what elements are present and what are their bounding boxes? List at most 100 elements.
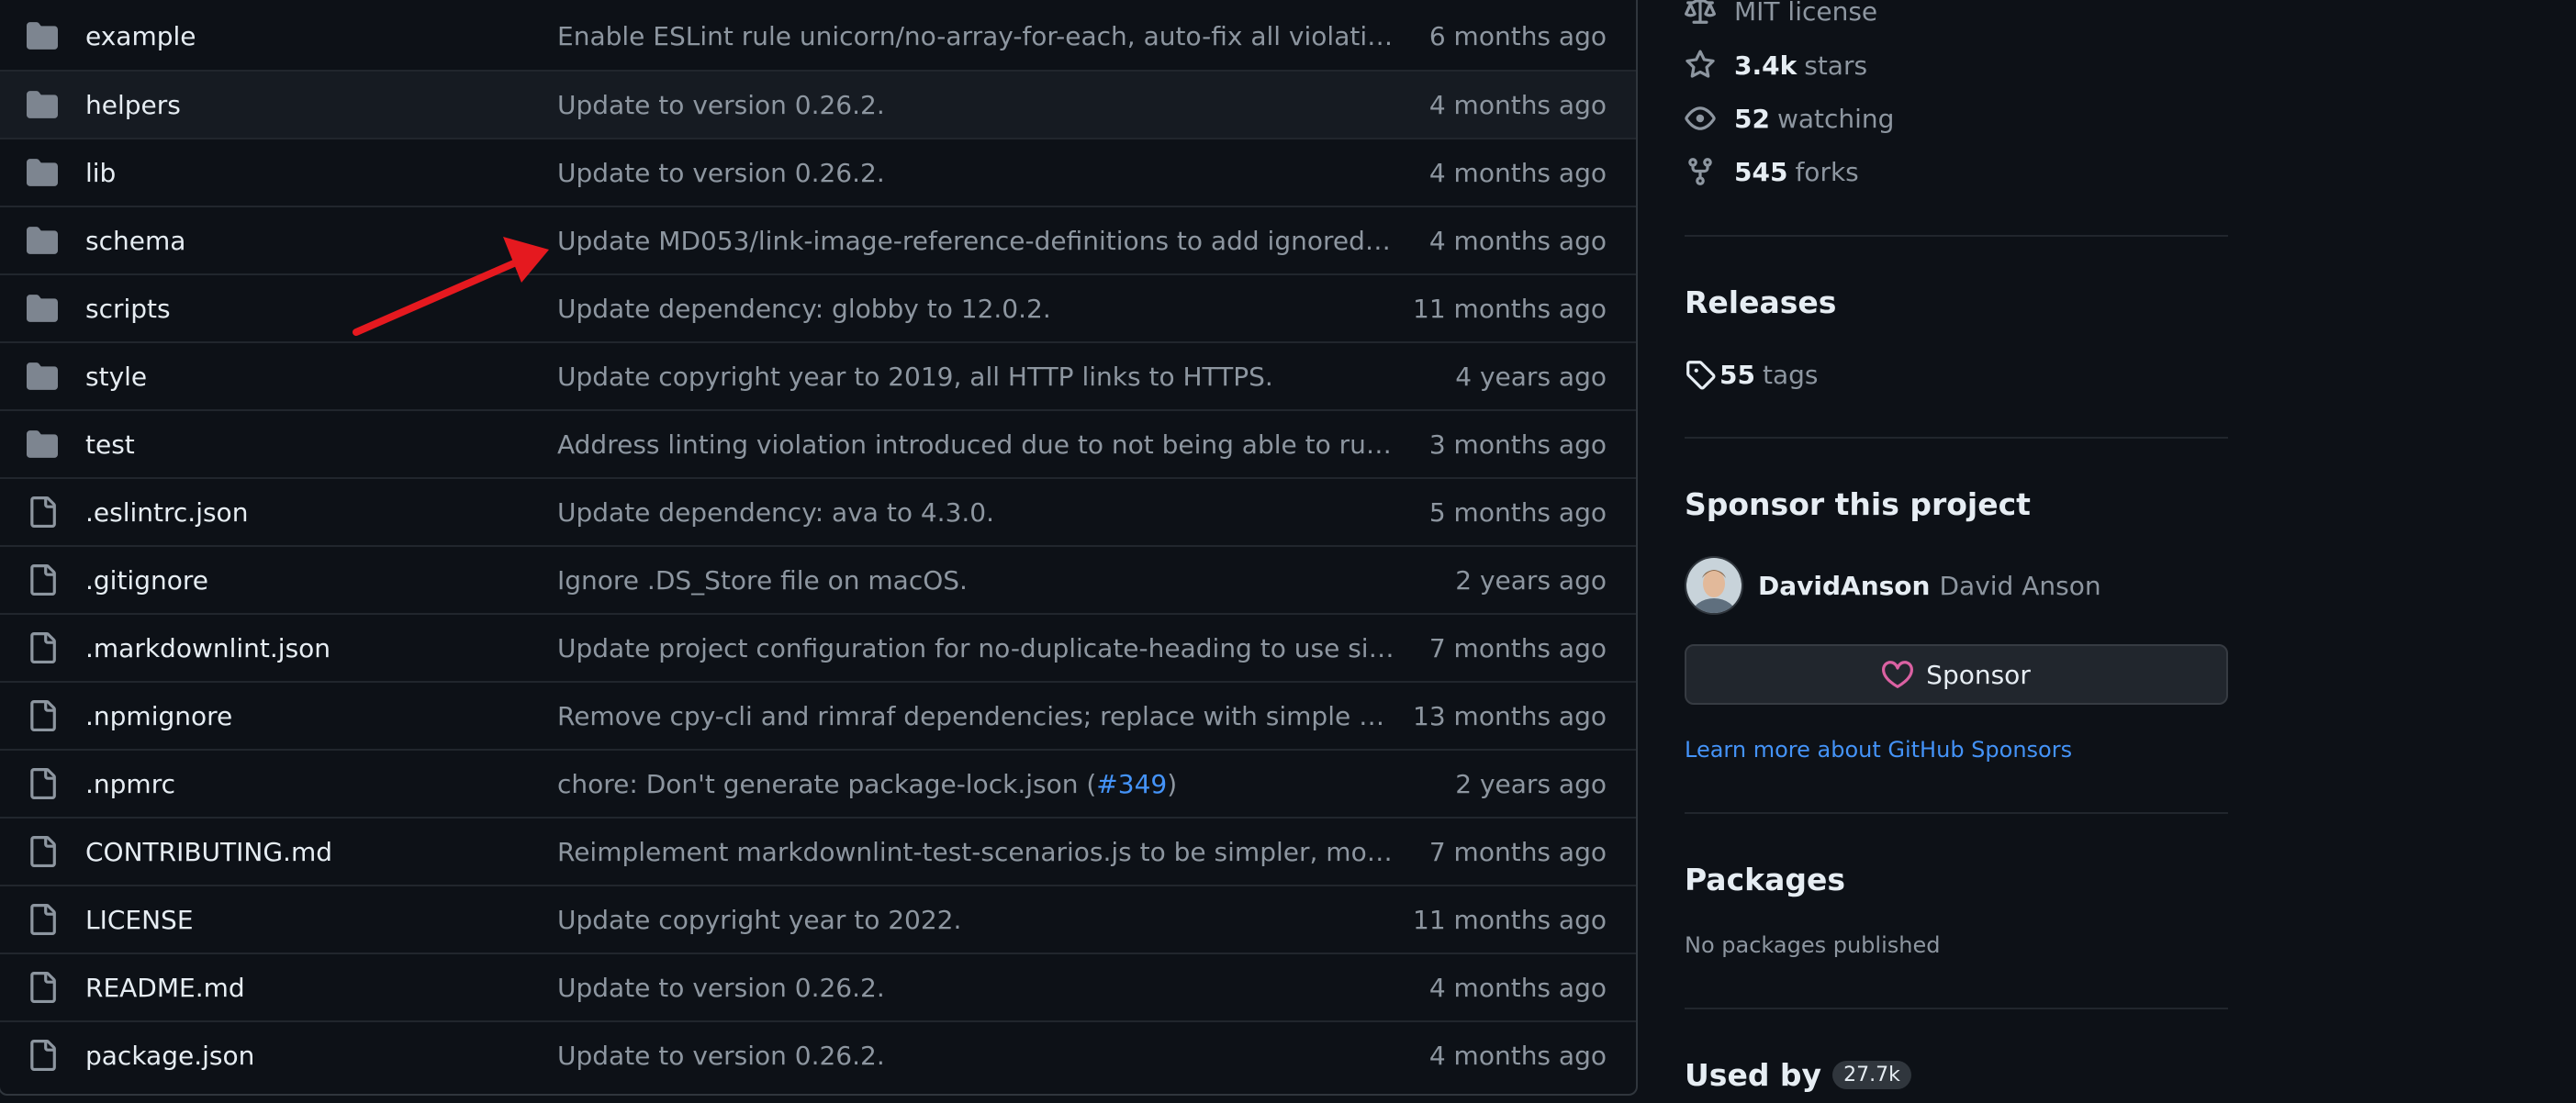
- commit-message-link[interactable]: Update to version 0.26.2.: [557, 90, 1394, 120]
- file-name-link[interactable]: .gitignore: [85, 565, 208, 596]
- file-name-link[interactable]: helpers: [85, 90, 181, 120]
- avatar[interactable]: [1685, 556, 1743, 615]
- law-icon: [1685, 0, 1716, 27]
- commit-age: 5 months ago: [1428, 496, 1607, 528]
- file-name-link[interactable]: example: [85, 21, 196, 51]
- commit-age: 4 months ago: [1428, 1040, 1607, 1071]
- commit-message-link[interactable]: Update dependency: globby to 12.0.2.: [557, 294, 1394, 324]
- table-row[interactable]: .gitignore Ignore .DS_Store file on macOS…: [0, 545, 1636, 613]
- table-row[interactable]: helpers Update to version 0.26.2. 4 months…: [0, 70, 1636, 138]
- commit-message-link[interactable]: Update copyright year to 2019, all HTTP …: [557, 362, 1394, 392]
- commit-age: 4 years ago: [1455, 361, 1607, 392]
- table-row[interactable]: style Update copyright year to 2019, all …: [0, 341, 1636, 409]
- commit-message-link[interactable]: Update to version 0.26.2.: [557, 158, 1394, 188]
- table-row[interactable]: example Enable ESLint rule unicorn/no-arr…: [0, 2, 1636, 70]
- commit-age: 11 months ago: [1413, 904, 1607, 935]
- divider: [1685, 1008, 2228, 1009]
- file-name-link[interactable]: .npmignore: [85, 701, 232, 731]
- commit-message-link[interactable]: Update MD053/link-image-reference-defini…: [557, 226, 1394, 256]
- file-icon: [26, 563, 59, 596]
- watching-label: watching: [1776, 103, 1895, 134]
- commit-message-link[interactable]: Enable ESLint rule unicorn/no-array-for-…: [557, 21, 1394, 51]
- tags-label: tags: [1762, 359, 1819, 390]
- table-row[interactable]: package.json Update to version 0.26.2. 4 m…: [0, 1020, 1636, 1088]
- file-name-link[interactable]: style: [85, 362, 147, 392]
- no-packages-text: No packages published: [1685, 932, 1941, 958]
- commit-message-link[interactable]: Update copyright year to 2022.: [557, 905, 1394, 935]
- commit-message-link[interactable]: Update project configuration for no-dupl…: [557, 633, 1394, 663]
- commit-message-link[interactable]: Update to version 0.26.2.: [557, 1041, 1394, 1071]
- folder-icon: [26, 156, 59, 189]
- commit-message-link[interactable]: Update to version 0.26.2.: [557, 973, 1394, 1003]
- folder-icon: [26, 292, 59, 325]
- file-icon: [26, 835, 59, 868]
- star-icon: [1685, 50, 1716, 81]
- license-link[interactable]: MIT license: [1685, 0, 1877, 29]
- learn-more-sponsors-link[interactable]: Learn more about GitHub Sponsors: [1685, 737, 2072, 763]
- eye-icon: [1685, 103, 1716, 134]
- file-name-link[interactable]: scripts: [85, 294, 171, 324]
- sponsor-user[interactable]: DavidAnson David Anson: [1685, 556, 2101, 615]
- file-name-link[interactable]: LICENSE: [85, 905, 194, 935]
- stars-link[interactable]: 3.4k stars: [1685, 47, 1867, 84]
- divider: [1685, 437, 2228, 439]
- file-name-link[interactable]: .npmrc: [85, 769, 175, 799]
- commit-message-link[interactable]: Update dependency: ava to 4.3.0.: [557, 497, 1394, 528]
- commit-age: 4 months ago: [1428, 972, 1607, 1003]
- used-by-heading[interactable]: Used by 27.7k: [1685, 1057, 1911, 1093]
- sponsor-heading: Sponsor this project: [1685, 486, 2031, 522]
- folder-icon: [26, 360, 59, 393]
- commit-message-link[interactable]: Address linting violation introduced due…: [557, 429, 1394, 460]
- table-row[interactable]: LICENSE Update copyright year to 2022. 11 …: [0, 885, 1636, 953]
- file-name-link[interactable]: test: [85, 429, 135, 460]
- releases-heading[interactable]: Releases: [1685, 284, 1836, 320]
- stars-label: stars: [1804, 50, 1868, 81]
- file-icon: [26, 767, 59, 800]
- commit-age: 2 years ago: [1455, 768, 1607, 799]
- commit-age: 7 months ago: [1428, 836, 1607, 867]
- table-row[interactable]: .npmignore Remove cpy-cli and rimraf depe…: [0, 681, 1636, 749]
- folder-icon: [26, 224, 59, 257]
- commit-message-link[interactable]: Remove cpy-cli and rimraf dependencies; …: [557, 701, 1394, 731]
- file-name-link[interactable]: README.md: [85, 973, 245, 1003]
- pull-request-link[interactable]: #349: [1096, 769, 1167, 799]
- folder-icon: [26, 88, 59, 121]
- table-row[interactable]: lib Update to version 0.26.2. 4 months ago: [0, 138, 1636, 206]
- tags-link[interactable]: 55 tags: [1685, 356, 1818, 393]
- commit-message-link[interactable]: Reimplement markdownlint-test-scenarios.…: [557, 837, 1394, 867]
- sponsor-button[interactable]: Sponsor: [1685, 644, 2228, 705]
- stars-count: 3.4k: [1734, 50, 1798, 81]
- file-name-link[interactable]: .markdownlint.json: [85, 633, 330, 663]
- file-icon: [26, 699, 59, 732]
- file-icon: [26, 903, 59, 936]
- table-row[interactable]: .npmrc chore: Don't generate package-lock…: [0, 749, 1636, 817]
- sponsor-button-label: Sponsor: [1926, 659, 2031, 690]
- file-name-link[interactable]: .eslintrc.json: [85, 497, 248, 528]
- file-name-link[interactable]: schema: [85, 226, 185, 256]
- commit-age: 4 months ago: [1428, 225, 1607, 256]
- table-row[interactable]: .markdownlint.json Update project configu…: [0, 613, 1636, 681]
- commit-message-text: chore: Don't generate package-lock.json …: [557, 768, 1097, 799]
- commit-message-link[interactable]: Ignore .DS_Store file on macOS.: [557, 565, 1394, 596]
- table-row[interactable]: README.md Update to version 0.26.2. 4 mont…: [0, 953, 1636, 1020]
- tag-icon: [1685, 359, 1716, 390]
- table-row[interactable]: schema Update MD053/link-image-reference-…: [0, 206, 1636, 273]
- sponsor-login[interactable]: DavidAnson: [1758, 571, 1930, 601]
- commit-message-link[interactable]: chore: Don't generate package-lock.json …: [557, 769, 1394, 799]
- table-row[interactable]: scripts Update dependency: globby to 12.0…: [0, 273, 1636, 341]
- file-name-link[interactable]: CONTRIBUTING.md: [85, 837, 332, 867]
- forks-link[interactable]: 545 forks: [1685, 153, 1859, 190]
- file-name-link[interactable]: lib: [85, 158, 116, 188]
- packages-heading[interactable]: Packages: [1685, 862, 1845, 897]
- fork-icon: [1685, 156, 1716, 187]
- license-label: MIT license: [1734, 0, 1878, 27]
- table-row[interactable]: CONTRIBUTING.md Reimplement markdownlint-…: [0, 817, 1636, 885]
- watchers-link[interactable]: 52 watching: [1685, 100, 1894, 137]
- table-row[interactable]: .eslintrc.json Update dependency: ava to …: [0, 477, 1636, 545]
- folder-icon: [26, 428, 59, 461]
- file-name-link[interactable]: package.json: [85, 1041, 254, 1071]
- folder-icon: [26, 19, 59, 52]
- table-row[interactable]: test Address linting violation introduced…: [0, 409, 1636, 477]
- repo-page: example Enable ESLint rule unicorn/no-arr…: [0, 0, 2576, 1103]
- commit-age: 11 months ago: [1413, 293, 1607, 324]
